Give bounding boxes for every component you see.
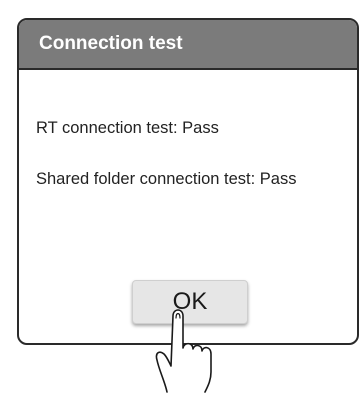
dialog-header: Connection test [19,20,357,70]
dialog-body: RT connection test: Pass Shared folder c… [19,70,357,343]
dialog-title: Connection test [39,33,183,54]
screen: Connection test RT connection test: Pass… [0,0,361,394]
rt-connection-result: RT connection test: Pass [36,119,219,137]
ok-button[interactable]: OK [132,280,248,324]
connection-test-dialog: Connection test RT connection test: Pass… [17,18,359,345]
shared-folder-connection-result: Shared folder connection test: Pass [36,170,297,188]
